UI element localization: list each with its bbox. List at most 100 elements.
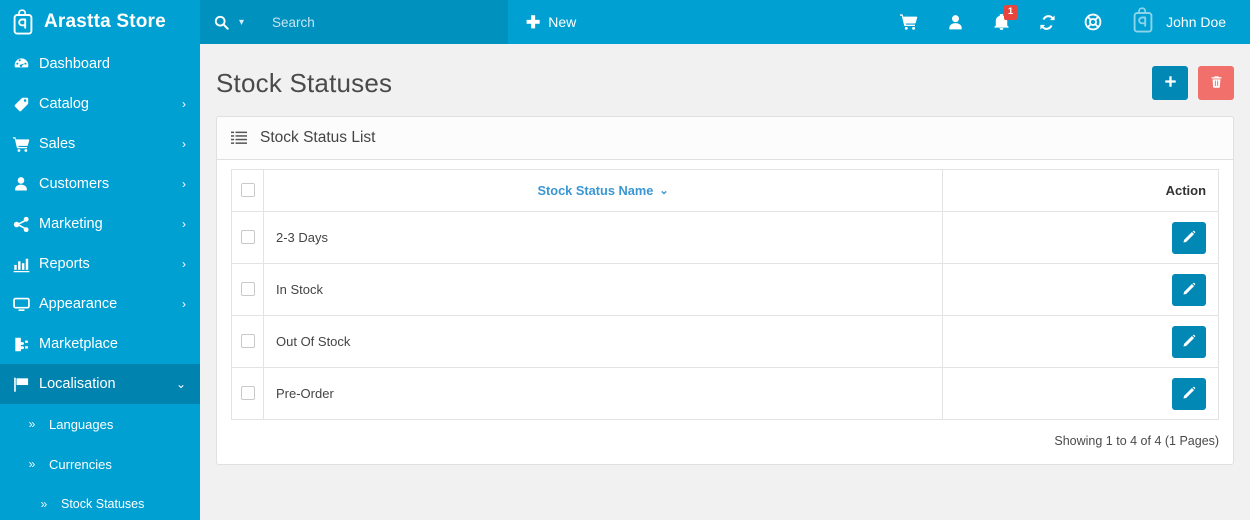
pagination-info: Showing 1 to 4 of 4 (1 Pages): [1054, 434, 1220, 448]
chevron-right-icon: ›: [182, 217, 186, 231]
row-action-cell: [942, 211, 1220, 264]
page-actions: [1152, 66, 1235, 100]
cart-icon[interactable]: [886, 0, 932, 44]
user-icon: [13, 176, 39, 192]
plug-icon: [13, 336, 39, 353]
row-checkbox[interactable]: [240, 230, 255, 245]
arastta-bag-logo-icon: [12, 9, 34, 35]
arastta-bag-logo-icon: [1132, 6, 1154, 38]
row-name-cell: Out Of Stock: [262, 315, 944, 368]
brand[interactable]: Arastta Store: [0, 0, 200, 44]
search-input[interactable]: [272, 14, 473, 30]
table-body: 2-3 Days In Stock Out Of Stock Pre-Order: [231, 211, 1220, 420]
new-button-label: New: [548, 14, 577, 30]
add-button[interactable]: [1152, 66, 1189, 100]
edit-button[interactable]: [1172, 221, 1207, 254]
row-select-cell: [231, 263, 264, 316]
row-action-cell: [942, 367, 1220, 420]
content: Stock Statuses Stock Status List Stock S…: [200, 44, 1250, 465]
sidebar-item-reports[interactable]: Reports ›: [0, 244, 200, 284]
panel-header: Stock Status List: [217, 117, 1234, 160]
refresh-icon[interactable]: [1024, 0, 1070, 44]
panel-body: Stock Status Name ⌄ Action 2-3 Days In S…: [217, 160, 1233, 420]
search-icon[interactable]: [214, 15, 229, 30]
sidebar-item-marketing[interactable]: Marketing ›: [0, 204, 200, 244]
sidebar-item-label: Reports: [39, 256, 90, 272]
page-title: Stock Statuses: [216, 67, 393, 98]
chevron-down-icon: ⌄: [175, 377, 186, 391]
row-name-cell: In Stock: [262, 263, 944, 316]
sidebar-item-label: Customers: [39, 176, 110, 192]
user-name[interactable]: John Doe: [1166, 14, 1240, 30]
edit-button[interactable]: [1172, 273, 1207, 306]
sort-by-name-link[interactable]: Stock Status Name ⌄: [537, 183, 668, 198]
chevron-right-icon: ›: [182, 177, 186, 191]
chevron-down-icon: ⌄: [659, 184, 669, 197]
row-checkbox[interactable]: [240, 282, 255, 297]
sidebar-subitem-stock-statuses[interactable]: » Stock Statuses: [0, 484, 200, 520]
select-all-checkbox[interactable]: [240, 183, 255, 198]
lifebuoy-icon[interactable]: [1070, 0, 1116, 44]
table-header-row: Stock Status Name ⌄ Action: [231, 169, 1220, 212]
notification-badge: 1: [1003, 5, 1018, 20]
sidebar-item-marketplace[interactable]: Marketplace: [0, 324, 200, 364]
pencil-icon: [1183, 230, 1196, 246]
double-chevron-icon: »: [28, 417, 36, 431]
sidebar-item-label: Localisation: [39, 376, 116, 392]
list-icon: [231, 131, 247, 146]
row-checkbox[interactable]: [240, 386, 255, 401]
sidebar-subitem-label: Currencies: [49, 456, 112, 472]
monitor-icon: [13, 296, 39, 313]
sidebar-item-customers[interactable]: Customers ›: [0, 164, 200, 204]
user-icon[interactable]: [932, 0, 978, 44]
bar-chart-icon: [13, 256, 39, 273]
app-root: Arastta Store Dashboard Catalog › Sales …: [0, 0, 1250, 520]
sidebar-nav: Dashboard Catalog › Sales › Customers › …: [0, 44, 200, 520]
sidebar-item-label: Marketplace: [39, 336, 118, 352]
double-chevron-icon: »: [28, 457, 36, 471]
stock-status-panel: Stock Status List Stock Status Name ⌄ Ac…: [216, 116, 1235, 465]
bell-icon[interactable]: 1: [978, 0, 1024, 44]
sidebar-subitem-label: Stock Statuses: [61, 497, 145, 511]
sidebar-subitem-languages[interactable]: » Languages: [0, 404, 200, 444]
trash-icon: [1210, 75, 1223, 92]
double-chevron-icon: »: [40, 497, 48, 511]
sidebar-item-catalog[interactable]: Catalog ›: [0, 84, 200, 124]
row-action-cell: [942, 315, 1220, 368]
delete-button[interactable]: [1198, 66, 1235, 100]
chevron-right-icon: ›: [182, 137, 186, 151]
sidebar-item-localisation[interactable]: Localisation ⌄: [0, 364, 200, 404]
table-row: Pre-Order: [231, 367, 1220, 420]
panel-title: Stock Status List: [260, 129, 376, 146]
sidebar-item-label: Catalog: [39, 96, 89, 112]
chevron-down-icon[interactable]: ▾: [239, 17, 244, 28]
stock-status-table: Stock Status Name ⌄ Action 2-3 Days In S…: [231, 169, 1220, 420]
flag-icon: [13, 376, 39, 393]
sidebar-item-sales[interactable]: Sales ›: [0, 124, 200, 164]
edit-button[interactable]: [1172, 377, 1207, 410]
share-icon: [13, 216, 39, 233]
chevron-right-icon: ›: [182, 257, 186, 271]
row-select-cell: [231, 315, 264, 368]
sidebar-subitem-currencies[interactable]: » Currencies: [0, 444, 200, 484]
row-name-cell: 2-3 Days: [262, 211, 944, 264]
sidebar-item-label: Sales: [39, 136, 76, 152]
edit-button[interactable]: [1172, 325, 1207, 358]
pencil-icon: [1183, 334, 1196, 350]
column-header-action: Action: [942, 169, 1220, 212]
dashboard-icon: [13, 56, 39, 73]
avatar[interactable]: [1128, 6, 1158, 38]
select-all-header: [231, 169, 264, 212]
row-select-cell: [231, 367, 264, 420]
page-header: Stock Statuses: [216, 60, 1235, 106]
pencil-icon: [1183, 386, 1196, 402]
chevron-right-icon: ›: [182, 97, 186, 111]
sidebar-item-dashboard[interactable]: Dashboard: [0, 44, 200, 84]
search-box[interactable]: ▾: [200, 0, 508, 44]
row-checkbox[interactable]: [240, 334, 255, 349]
sidebar-item-appearance[interactable]: Appearance ›: [0, 284, 200, 324]
plus-icon: [1164, 75, 1177, 91]
new-button[interactable]: ✚ New: [508, 0, 594, 44]
sidebar: Arastta Store Dashboard Catalog › Sales …: [0, 0, 200, 520]
table-row: Out Of Stock: [231, 315, 1220, 368]
